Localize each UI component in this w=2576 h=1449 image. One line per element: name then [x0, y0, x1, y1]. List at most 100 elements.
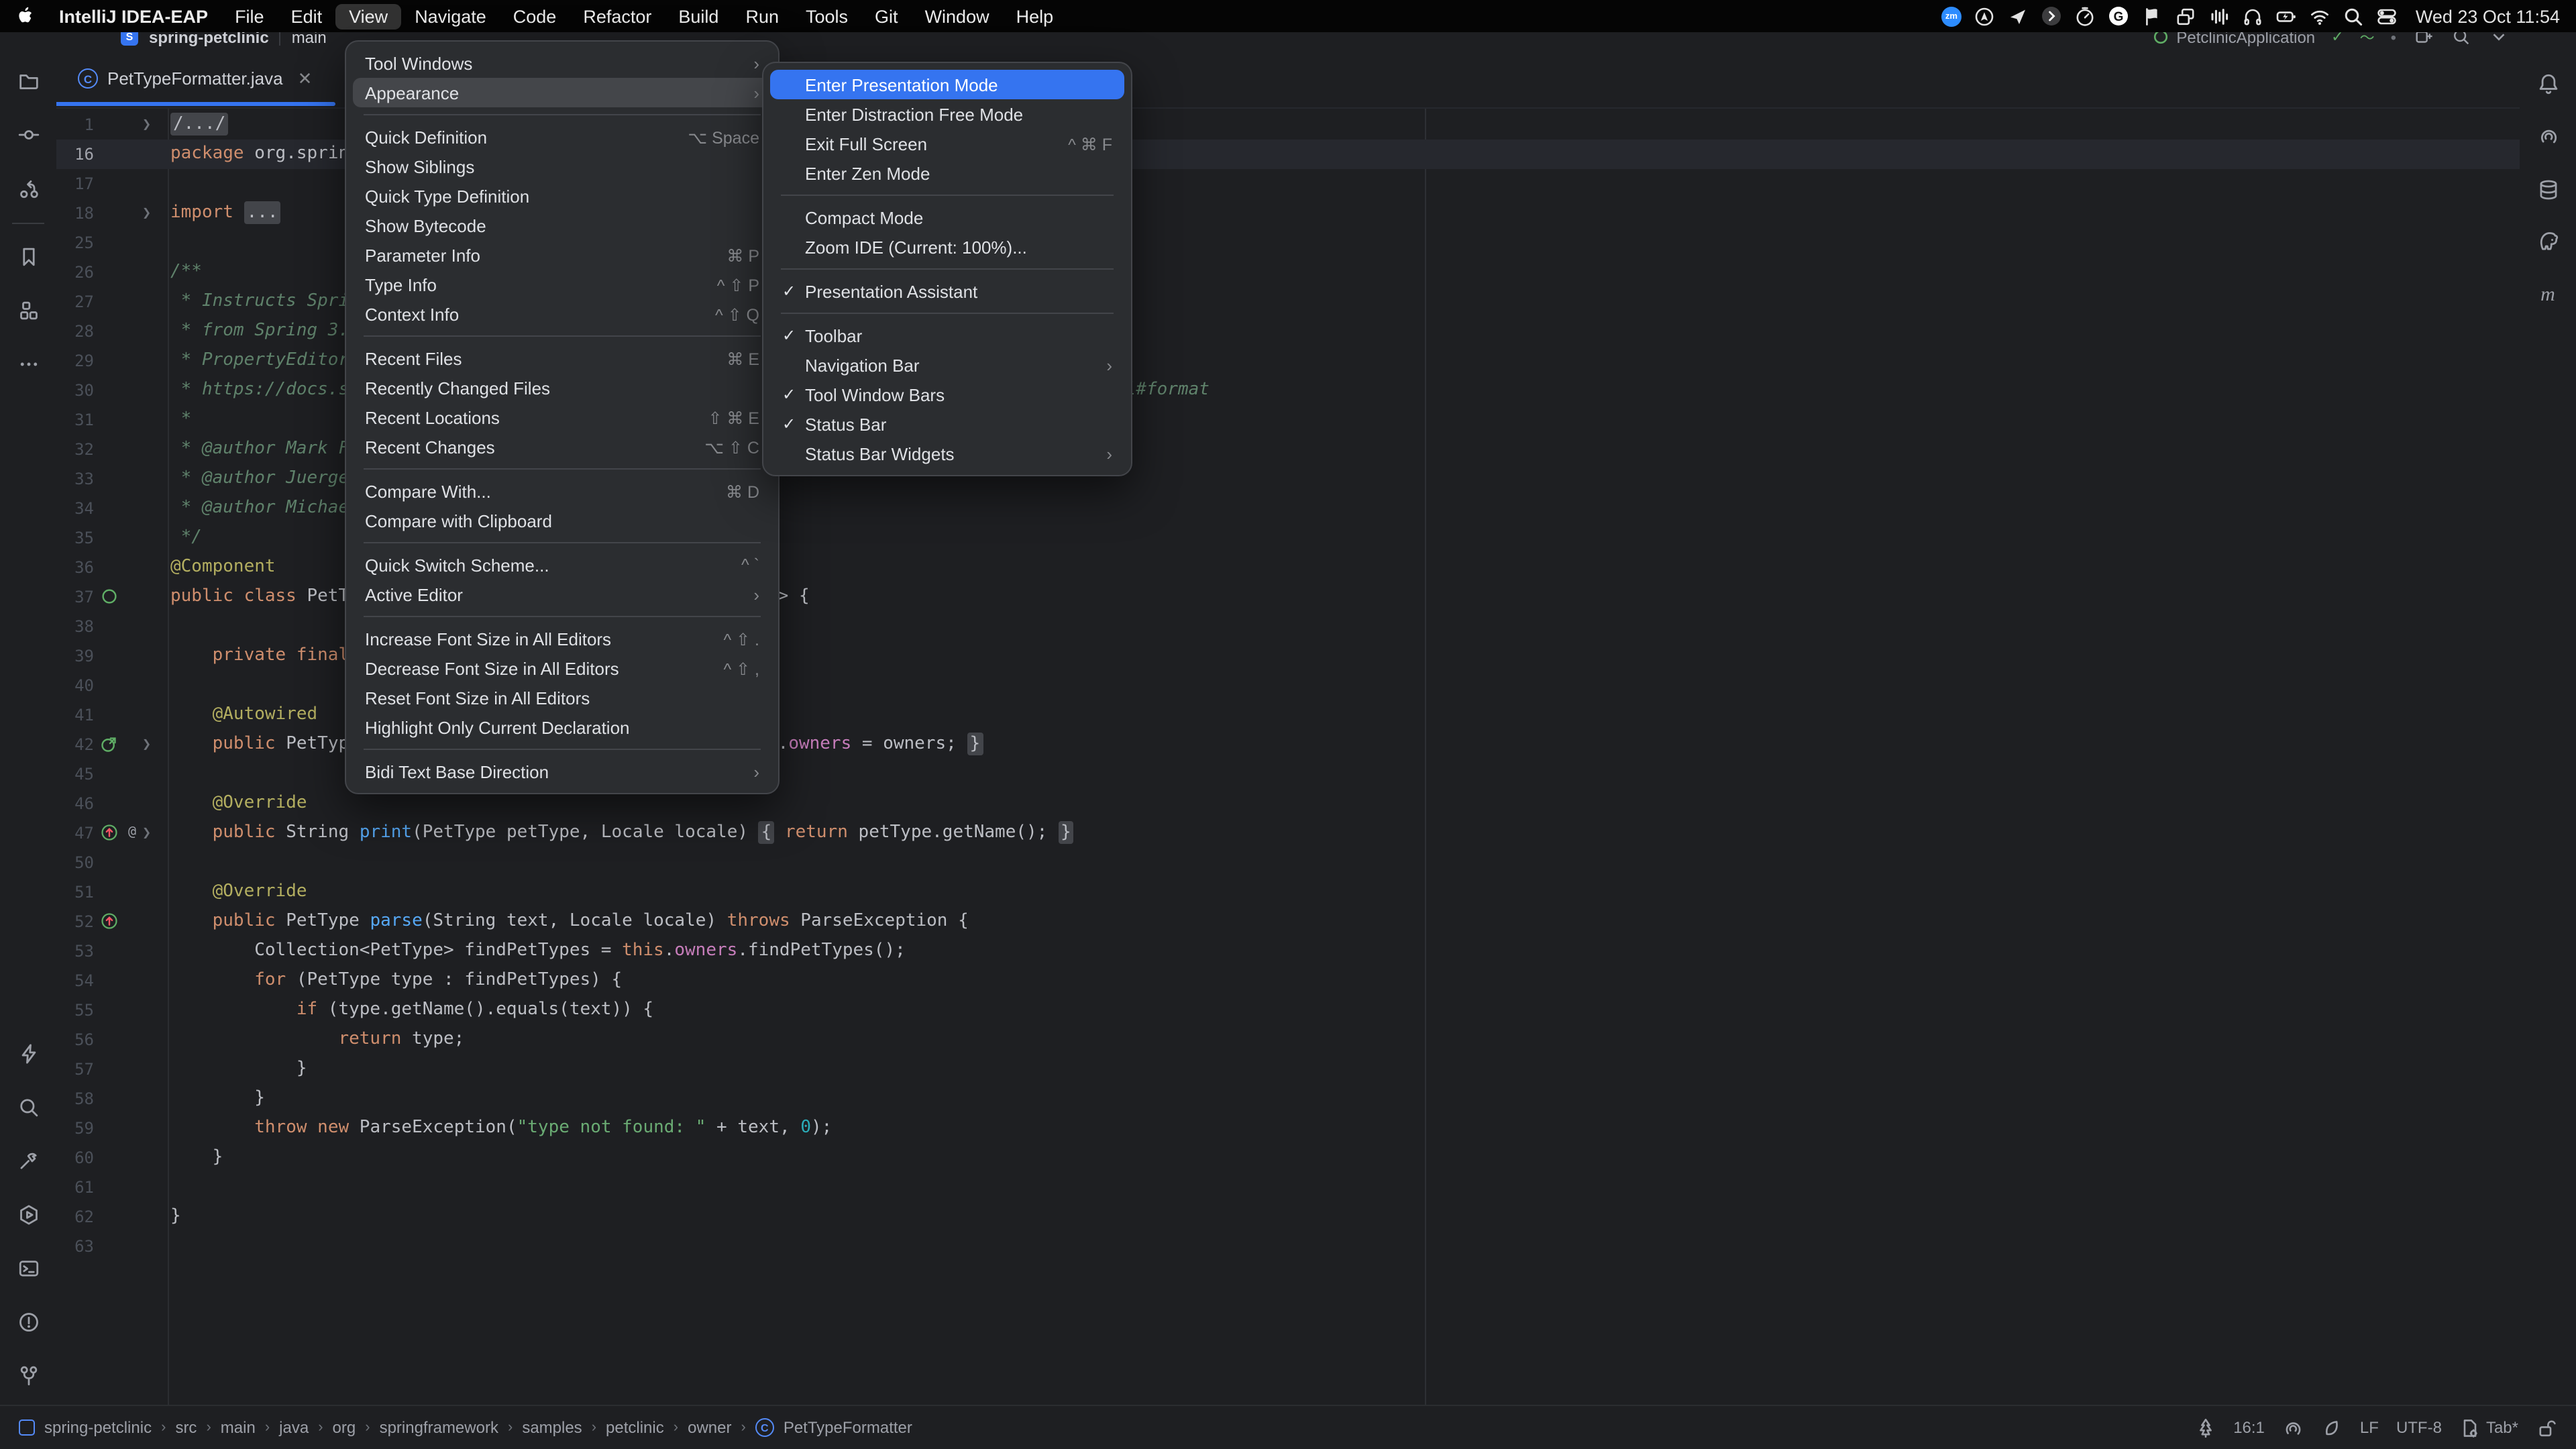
services-icon[interactable] — [15, 1201, 42, 1228]
menu-item-tool-windows[interactable]: Tool Windows › — [353, 48, 771, 78]
menubar-item-file[interactable]: File — [221, 3, 278, 29]
ai-status-icon[interactable] — [2282, 1417, 2304, 1438]
menubar-item-help[interactable]: Help — [1003, 3, 1067, 29]
menubar-item-window[interactable]: Window — [912, 3, 1003, 29]
search-everywhere-icon[interactable] — [15, 1093, 42, 1120]
menu-item-presentation-assistant[interactable]: ✓ Presentation Assistant — [770, 276, 1124, 306]
commit-icon[interactable] — [15, 121, 42, 148]
menu-item-reset-font-size-in-all-editors[interactable]: Reset Font Size in All Editors — [353, 683, 771, 712]
line-separator-widget[interactable]: LF — [2360, 1418, 2379, 1437]
build-hammer-icon[interactable] — [15, 1147, 42, 1174]
menubar-item-run[interactable]: Run — [732, 3, 792, 29]
tab-close-icon[interactable]: ✕ — [298, 68, 313, 89]
battery-icon[interactable] — [2276, 5, 2298, 27]
menubar-item-build[interactable]: Build — [665, 3, 732, 29]
project-folder-icon[interactable] — [15, 67, 42, 94]
structure-icon[interactable] — [15, 297, 42, 323]
timer-icon[interactable] — [2075, 5, 2096, 27]
menubar-item-code[interactable]: Code — [500, 3, 570, 29]
waveform-icon[interactable] — [2209, 5, 2231, 27]
menu-item-enter-presentation-mode[interactable]: Enter Presentation Mode — [770, 70, 1124, 99]
menu-item-decrease-font-size-in-all-editors[interactable]: Decrease Font Size in All Editors ^ ⇧ , — [353, 653, 771, 683]
apple-icon[interactable] — [16, 5, 38, 27]
encoding-widget[interactable]: UTF-8 — [2396, 1418, 2442, 1437]
profiler-leaf-icon[interactable] — [2321, 1417, 2343, 1438]
lightning-icon[interactable] — [15, 1040, 42, 1067]
menu-item-enter-zen-mode[interactable]: Enter Zen Mode — [770, 158, 1124, 188]
breadcrumb-item-samples[interactable]: samples — [522, 1418, 582, 1437]
headphones-icon[interactable] — [2243, 5, 2264, 27]
zoom-app-icon[interactable]: zm — [1941, 5, 1962, 27]
menu-item-compare-with-clipboard[interactable]: Compare with Clipboard — [353, 506, 771, 535]
breadcrumb-item-springframework[interactable]: springframework — [380, 1418, 498, 1437]
gradle-icon[interactable] — [2534, 229, 2561, 256]
breadcrumb-item-main[interactable]: main — [221, 1418, 256, 1437]
notifications-bell-icon[interactable] — [2534, 70, 2561, 97]
menu-item-tool-window-bars[interactable]: ✓ Tool Window Bars — [770, 380, 1124, 409]
menu-item-status-bar-widgets[interactable]: Status Bar Widgets › — [770, 439, 1124, 468]
menu-item-toolbar[interactable]: ✓ Toolbar — [770, 321, 1124, 350]
menu-item-bidi-text-base-direction[interactable]: Bidi Text Base Direction › — [353, 757, 771, 786]
breadcrumb-item-org[interactable]: org — [333, 1418, 356, 1437]
menu-item-increase-font-size-in-all-editors[interactable]: Increase Font Size in All Editors ^ ⇧ . — [353, 624, 771, 653]
indent-widget[interactable]: Tab* — [2459, 1417, 2518, 1438]
menu-item-status-bar[interactable]: ✓ Status Bar — [770, 409, 1124, 439]
menu-item-recent-changes[interactable]: Recent Changes ⌥ ⇧ C — [353, 432, 771, 462]
menu-item-recent-locations[interactable]: Recent Locations ⇧ ⌘ E — [353, 402, 771, 432]
menubar-item-navigate[interactable]: Navigate — [401, 3, 500, 29]
menu-item-quick-switch-scheme[interactable]: Quick Switch Scheme... ^ ` — [353, 550, 771, 580]
more-icon[interactable] — [15, 350, 42, 377]
caret-position-widget[interactable]: 16:1 — [2233, 1418, 2265, 1437]
menubar-item-intellij-idea-eap[interactable]: IntelliJ IDEA-EAP — [46, 3, 221, 29]
breadcrumb-item-pettypeformatter[interactable]: PetTypeFormatter — [784, 1418, 912, 1437]
locate-icon[interactable] — [1974, 5, 1996, 27]
breadcrumb-item-owner[interactable]: owner — [688, 1418, 731, 1437]
pull-requests-icon[interactable] — [15, 174, 42, 201]
g-app-icon[interactable]: G — [2108, 5, 2130, 27]
spotlight-icon[interactable] — [2343, 5, 2365, 27]
menubar-item-view[interactable]: View — [335, 3, 402, 29]
breadcrumb-item-java[interactable]: java — [279, 1418, 309, 1437]
menubar-item-tools[interactable]: Tools — [792, 3, 861, 29]
menu-item-appearance[interactable]: Appearance › — [353, 78, 771, 107]
menu-item-quick-definition[interactable]: Quick Definition ⌥ Space — [353, 122, 771, 152]
ai-assistant-icon[interactable] — [2534, 123, 2561, 150]
readonly-lock-icon[interactable] — [2536, 1417, 2557, 1438]
menu-item-active-editor[interactable]: Active Editor › — [353, 580, 771, 609]
maven-icon[interactable]: m — [2534, 282, 2561, 309]
control-center-icon[interactable] — [2377, 5, 2398, 27]
menu-item-type-info[interactable]: Type Info ^ ⇧ P — [353, 270, 771, 299]
menu-item-compact-mode[interactable]: Compact Mode — [770, 203, 1124, 232]
flag-icon[interactable] — [2142, 5, 2163, 27]
tab-pettypeformatter[interactable]: C PetTypeFormatter.java ✕ — [64, 51, 325, 106]
menu-item-show-siblings[interactable]: Show Siblings — [353, 152, 771, 181]
displays-icon[interactable] — [2176, 5, 2197, 27]
database-icon[interactable] — [2534, 176, 2561, 203]
menu-item-parameter-info[interactable]: Parameter Info ⌘ P — [353, 240, 771, 270]
breadcrumb-item-src[interactable]: src — [175, 1418, 197, 1437]
menu-item-recently-changed-files[interactable]: Recently Changed Files — [353, 373, 771, 402]
wifi-icon[interactable] — [2310, 5, 2331, 27]
breadcrumb-item-petclinic[interactable]: petclinic — [606, 1418, 664, 1437]
menu-item-navigation-bar[interactable]: Navigation Bar › — [770, 350, 1124, 380]
menu-item-enter-distraction-free-mode[interactable]: Enter Distraction Free Mode — [770, 99, 1124, 129]
vcs-branch-icon[interactable] — [15, 1362, 42, 1389]
menubar-item-git[interactable]: Git — [861, 3, 912, 29]
menu-item-zoom-ide-current-100[interactable]: Zoom IDE (Current: 100%)... — [770, 232, 1124, 262]
menu-item-recent-files[interactable]: Recent Files ⌘ E — [353, 343, 771, 373]
bookmarks-icon[interactable] — [15, 243, 42, 270]
send-icon[interactable] — [2008, 5, 2029, 27]
terminal-icon[interactable] — [15, 1254, 42, 1281]
menu-item-show-bytecode[interactable]: Show Bytecode — [353, 211, 771, 240]
problems-icon[interactable] — [15, 1308, 42, 1335]
menu-bar-clock[interactable]: Wed 23 Oct 11:54 — [2416, 6, 2560, 26]
plugin-tree-icon[interactable] — [2194, 1417, 2216, 1438]
menubar-item-refactor[interactable]: Refactor — [570, 3, 665, 29]
menu-item-compare-with[interactable]: Compare With... ⌘ D — [353, 476, 771, 506]
menu-item-context-info[interactable]: Context Info ^ ⇧ Q — [353, 299, 771, 329]
chevron-circle-icon[interactable] — [2041, 5, 2063, 27]
menu-item-highlight-only-current-declaration[interactable]: Highlight Only Current Declaration — [353, 712, 771, 742]
menubar-item-edit[interactable]: Edit — [278, 3, 336, 29]
menu-item-quick-type-definition[interactable]: Quick Type Definition — [353, 181, 771, 211]
menu-item-exit-full-screen[interactable]: Exit Full Screen ^ ⌘ F — [770, 129, 1124, 158]
